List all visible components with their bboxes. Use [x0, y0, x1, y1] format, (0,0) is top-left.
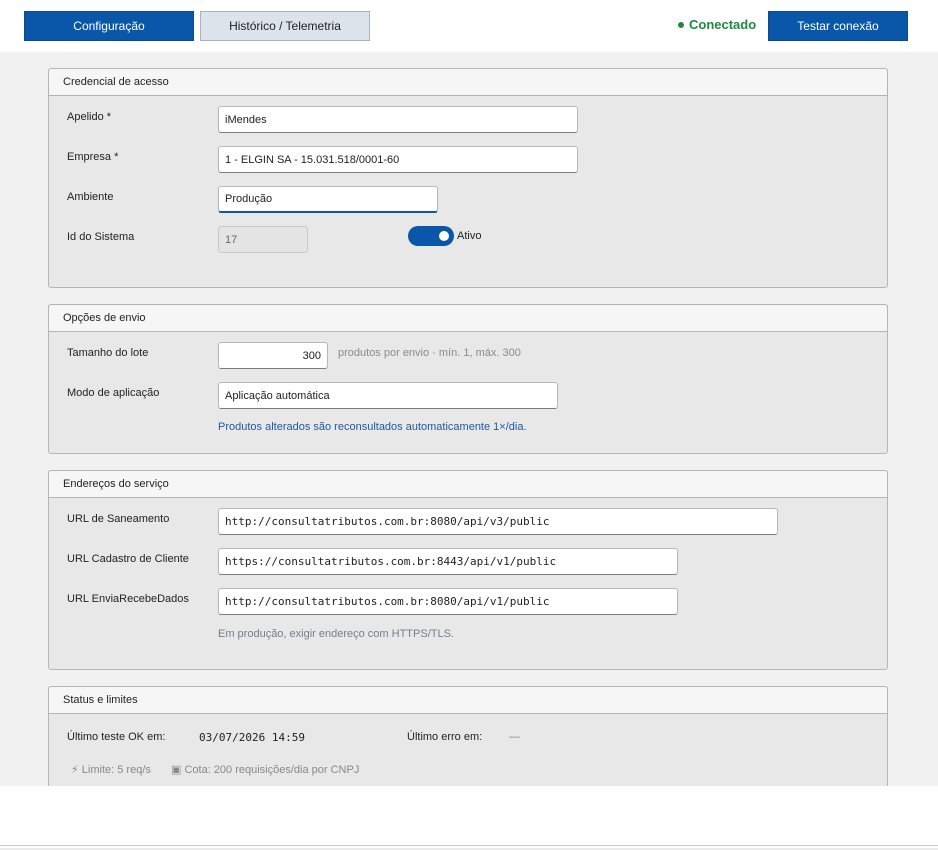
tab-configuration[interactable]: Configuração: [24, 11, 194, 41]
test-connection-button[interactable]: Testar conexão: [768, 11, 908, 41]
status-dot-icon: [678, 21, 684, 28]
bottom-divider: [0, 845, 938, 846]
last-error-label: Último erro em:: [407, 731, 483, 743]
quota-info: ▣ Cota: 200 requisições/dia por CNPJ: [171, 763, 359, 776]
active-toggle[interactable]: [408, 226, 454, 246]
endpoints-group: Endereços do serviço URL de Saneamento h…: [48, 470, 888, 670]
floppy-icon: ▣: [171, 764, 182, 776]
limit-info: ⚡ Limite: 5 req/s: [71, 763, 151, 776]
application-mode-hint: Produtos alterados são reconsultados aut…: [218, 421, 527, 433]
sanitize-url-label: URL de Saneamento: [67, 513, 170, 525]
settings-panel: Credencial de acesso Apelido * iMendes E…: [0, 52, 938, 786]
batch-size-label: Tamanho do lote: [67, 347, 149, 359]
nickname-input[interactable]: iMendes: [218, 106, 578, 133]
batch-size-hint: produtos por envio · mín. 1, máx. 300: [338, 347, 521, 359]
sanitize-url-input[interactable]: http://consultatributos.com.br:8080/api/…: [218, 508, 778, 535]
top-toolbar: Configuração Histórico / Telemetria Cone…: [0, 0, 938, 52]
last-error-value: —: [509, 731, 520, 743]
endpoints-group-title: Endereços do serviço: [49, 471, 887, 498]
application-mode-select[interactable]: Aplicação automática: [218, 382, 558, 409]
sendrecv-url-label: URL EnviaRecebeDados: [67, 593, 189, 605]
endpoints-hint: Em produção, exigir endereço com HTTPS/T…: [218, 628, 454, 640]
connection-status: Conectado: [678, 17, 756, 32]
company-input[interactable]: 1 - ELGIN SA - 15.031.518/0001-60: [218, 146, 578, 173]
toggle-knob: [439, 231, 449, 241]
application-mode-label: Modo de aplicação: [67, 387, 160, 399]
lightning-icon: ⚡: [71, 764, 79, 776]
last-ok-value: 03/07/2026 14:59: [199, 731, 305, 744]
system-id-field: 17: [218, 226, 308, 253]
environment-label: Ambiente: [67, 191, 114, 203]
company-label: Empresa *: [67, 151, 119, 163]
limit-text: Limite: 5 req/s: [81, 764, 151, 776]
sendrecv-url-input[interactable]: http://consultatributos.com.br:8080/api/…: [218, 588, 678, 615]
customer-url-input[interactable]: https://consultatributos.com.br:8443/api…: [218, 548, 678, 575]
active-toggle-label: Ativo: [457, 230, 482, 242]
customer-url-label: URL Cadastro de Cliente: [67, 553, 189, 565]
credential-group: Credencial de acesso Apelido * iMendes E…: [48, 68, 888, 288]
credential-group-title: Credencial de acesso: [49, 69, 887, 96]
status-group-title: Status e limites: [49, 687, 887, 714]
status-group: Status e limites Último teste OK em: 03/…: [48, 686, 888, 786]
quota-text: Cota: 200 requisições/dia por CNPJ: [184, 764, 360, 776]
send-options-group: Opções de envio Tamanho do lote 300 prod…: [48, 304, 888, 454]
connection-status-label: Conectado: [689, 17, 757, 32]
environment-select[interactable]: Produção: [218, 186, 438, 213]
tab-history-telemetry[interactable]: Histórico / Telemetria: [200, 11, 370, 41]
nickname-label: Apelido *: [67, 111, 112, 123]
system-id-label: Id do Sistema: [67, 231, 135, 243]
last-ok-label: Último teste OK em:: [67, 731, 166, 743]
send-options-group-title: Opções de envio: [49, 305, 887, 332]
batch-size-input[interactable]: 300: [218, 342, 328, 369]
